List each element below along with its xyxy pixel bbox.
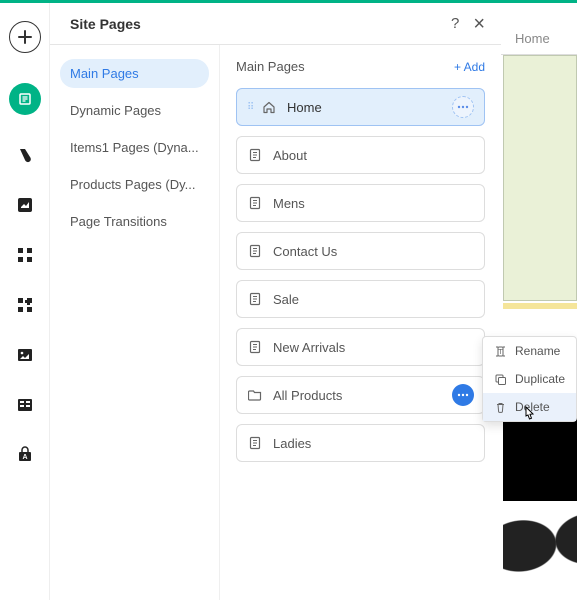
category-item[interactable]: Main Pages [60, 59, 209, 88]
page-row-label: Home [287, 100, 322, 115]
site-pages-panel: Site Pages ? × Main Pages Dynamic Pages It… [50, 3, 501, 600]
left-rail: A [0, 3, 50, 600]
design-icon[interactable] [15, 145, 35, 165]
page-row[interactable]: ⠿ Home [236, 88, 485, 126]
apps-grid-icon[interactable] [15, 245, 35, 265]
store-icon[interactable]: A [15, 445, 35, 465]
svg-text:T: T [498, 349, 503, 356]
page-row-label: Mens [273, 196, 305, 211]
preview-tab-home[interactable]: Home [501, 23, 577, 55]
context-menu-label: Rename [515, 344, 560, 358]
drag-handle-icon[interactable]: ⠿ [247, 102, 257, 113]
page-icon [247, 147, 263, 163]
media-icon[interactable] [15, 195, 35, 215]
page-row-label: All Products [273, 388, 342, 403]
page-row-label: Sale [273, 292, 299, 307]
category-item[interactable]: Page Transitions [60, 207, 209, 236]
page-row[interactable]: ⠿All Products [236, 376, 485, 414]
category-item[interactable]: Products Pages (Dy... [60, 170, 209, 199]
page-icon [247, 339, 263, 355]
add-element-button[interactable] [9, 21, 41, 53]
context-menu-rename[interactable]: T Rename [483, 337, 576, 365]
preview-section-product [503, 501, 577, 603]
page-icon [247, 195, 263, 211]
page-row-label: Ladies [273, 436, 311, 451]
context-menu-label: Delete [515, 400, 550, 414]
duplicate-icon [493, 372, 507, 386]
canvas-preview: Home [501, 3, 577, 600]
pages-column: Main Pages + Add ⠿ Home ⠿About ⠿Mens ⠿Contac… [220, 45, 501, 600]
add-page-button[interactable]: + Add [454, 60, 485, 74]
help-button[interactable]: ? [451, 15, 459, 32]
preview-tab-label: Home [515, 31, 550, 46]
context-menu-duplicate[interactable]: Duplicate [483, 365, 576, 393]
delete-icon [493, 400, 507, 414]
image-icon[interactable] [15, 345, 35, 365]
page-icon [247, 435, 263, 451]
category-item[interactable]: Dynamic Pages [60, 96, 209, 125]
context-menu-label: Duplicate [515, 372, 565, 386]
pages-panel-button[interactable] [9, 83, 41, 115]
page-row[interactable]: ⠿About [236, 136, 485, 174]
page-row[interactable]: ⠿Ladies [236, 424, 485, 462]
page-row-label: New Arrivals [273, 340, 345, 355]
pages-heading: Main Pages [236, 59, 305, 74]
page-context-menu: T Rename Duplicate Delete [482, 336, 577, 422]
context-menu-delete[interactable]: Delete [483, 393, 576, 421]
preview-section-hero [503, 55, 577, 301]
data-icon[interactable] [15, 395, 35, 415]
page-icon [247, 291, 263, 307]
folder-icon [247, 387, 263, 403]
page-row-label: About [273, 148, 307, 163]
page-categories: Main Pages Dynamic Pages Items1 Pages (Dyn… [50, 45, 220, 600]
panel-header: Site Pages ? × [50, 3, 501, 45]
pages-list: ⠿ Home ⠿About ⠿Mens ⠿Contact Us ⠿Sale ⠿New Arr… [236, 88, 485, 462]
page-more-button[interactable] [452, 96, 474, 118]
page-row[interactable]: ⠿Contact Us [236, 232, 485, 270]
apps-puzzle-icon[interactable] [15, 295, 35, 315]
category-item[interactable]: Items1 Pages (Dyna... [60, 133, 209, 162]
page-row-label: Contact Us [273, 244, 337, 259]
rename-icon: T [493, 344, 507, 358]
home-icon [261, 99, 277, 115]
preview-section-strip [503, 303, 577, 309]
panel-title: Site Pages [70, 16, 141, 32]
svg-text:A: A [22, 454, 27, 461]
page-more-button[interactable] [452, 384, 474, 406]
close-button[interactable]: × [473, 17, 485, 31]
page-row[interactable]: ⠿New Arrivals [236, 328, 485, 366]
page-row[interactable]: ⠿Sale [236, 280, 485, 318]
page-icon [247, 243, 263, 259]
page-row[interactable]: ⠿Mens [236, 184, 485, 222]
